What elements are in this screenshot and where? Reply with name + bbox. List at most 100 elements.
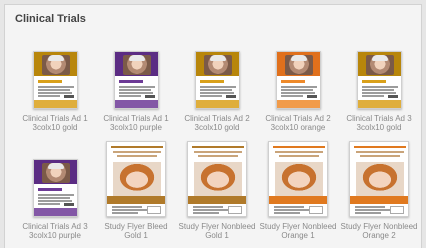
thumbnail-graphic [276,100,320,108]
thumbnail-graphic [114,100,158,108]
thumbnail-graphic [113,162,161,196]
template-caption[interactable]: Clinical Trials Ad 2 3colx10 orange [258,114,338,132]
template-caption[interactable]: Clinical Trials Ad 2 3colx10 gold [177,114,257,132]
thumbnail-graphic [198,155,238,157]
flyer-thumbnail[interactable] [187,141,247,217]
thumbnail-graphic [199,86,236,88]
thumbnail-graphic [355,212,381,214]
template-item[interactable]: Study Flyer Nonbleed Orange 1 [258,141,338,240]
thumbnail-graphic [118,89,151,91]
thumbnail-graphic [356,151,404,153]
thumbnail-graphic [355,209,391,211]
flyer-thumbnail[interactable] [268,141,328,217]
thumbnail-graphic [193,209,229,211]
thumbnail-graphic [390,206,404,214]
template-item[interactable]: Clinical Trials Ad 3 3colx10 purple [15,141,95,240]
ad-thumbnail[interactable] [32,159,78,217]
thumbnail-graphic [199,95,222,97]
thumbnail-graphic [228,206,242,214]
thumbnail-graphic [37,188,62,191]
caption-line-1: Study Flyer Nonbleed [259,222,337,231]
thumbnail-wrapper [177,141,257,217]
template-caption[interactable]: Study Flyer Bleed Gold 1 [96,222,176,240]
thumbnail-graphic [274,212,300,214]
thumbnail-graphic [47,55,64,61]
thumbnail-graphic [354,146,406,148]
caption-line-2: 3colx10 gold [194,123,240,132]
thumbnail-graphic [33,208,77,216]
thumbnail-graphic [194,151,242,153]
thumbnail-wrapper [15,33,95,109]
thumbnail-graphic [111,146,163,148]
thumbnail-graphic [280,80,305,83]
thumbnail-graphic [192,146,244,148]
thumbnail-graphic [118,95,141,97]
thumbnail-wrapper [258,141,338,217]
thumbnail-graphic [280,95,303,97]
template-item[interactable]: Clinical Trials Ad 2 3colx10 gold [177,33,257,132]
caption-line-2: 3colx10 gold [356,123,402,132]
caption-line-2: Orange 2 [362,231,396,240]
ad-thumbnail[interactable] [32,51,78,109]
thumbnail-graphic [188,196,246,204]
thumbnail-graphic [361,95,384,97]
thumbnail-graphic [37,86,74,88]
thumbnail-graphic [144,95,155,98]
template-grid: Clinical Trials Ad 1 3colx10 gold Clinical… [15,33,419,240]
ad-thumbnail[interactable] [356,51,402,109]
thumbnail-graphic [107,196,165,204]
thumbnail-graphic [195,100,239,108]
caption-line-2: Gold 1 [124,231,148,240]
template-item[interactable]: Clinical Trials Ad 2 3colx10 orange [258,33,338,132]
thumbnail-wrapper [339,141,419,217]
thumbnail-graphic [361,92,396,94]
thumbnail-graphic [37,203,60,205]
thumbnail-graphic [274,206,304,208]
thumbnail-graphic [37,197,70,199]
thumbnail-graphic [118,80,143,83]
thumbnail-graphic [193,212,219,214]
caption-line-1: Study Flyer Bleed [104,222,168,231]
ad-thumbnail[interactable] [113,51,159,109]
caption-line-1: Clinical Trials Ad 3 [346,114,412,123]
thumbnail-graphic [275,162,323,196]
thumbnail-graphic [357,100,401,108]
thumbnail-graphic [118,92,153,94]
thumbnail-graphic [290,55,307,61]
template-caption[interactable]: Clinical Trials Ad 1 3colx10 gold [15,114,95,132]
thumbnail-graphic [273,146,325,148]
thumbnail-graphic [37,92,72,94]
template-caption[interactable]: Clinical Trials Ad 3 3colx10 purple [15,222,95,240]
template-caption[interactable]: Study Flyer Nonbleed Gold 1 [177,222,257,240]
template-item[interactable]: Study Flyer Nonbleed Orange 2 [339,141,419,240]
ad-thumbnail[interactable] [275,51,321,109]
thumbnail-graphic [274,209,310,211]
template-item[interactable]: Study Flyer Bleed Gold 1 [96,141,176,240]
flyer-thumbnail[interactable] [349,141,409,217]
thumbnail-graphic [37,80,62,83]
template-caption[interactable]: Clinical Trials Ad 1 3colx10 purple [96,114,176,132]
template-item[interactable]: Study Flyer Nonbleed Gold 1 [177,141,257,240]
ad-thumbnail[interactable] [194,51,240,109]
template-caption[interactable]: Study Flyer Nonbleed Orange 2 [339,222,419,240]
thumbnail-graphic [306,95,317,98]
thumbnail-graphic [280,92,315,94]
caption-line-1: Study Flyer Nonbleed [340,222,418,231]
caption-line-2: 3colx10 gold [32,123,78,132]
template-item[interactable]: Clinical Trials Ad 3 3colx10 gold [339,33,419,132]
template-caption[interactable]: Clinical Trials Ad 3 3colx10 gold [339,114,419,132]
thumbnail-graphic [147,206,161,214]
thumbnail-graphic [209,55,226,61]
flyer-thumbnail[interactable] [106,141,166,217]
thumbnail-graphic [112,212,138,214]
template-item[interactable]: Clinical Trials Ad 1 3colx10 gold [15,33,95,132]
template-caption[interactable]: Study Flyer Nonbleed Orange 1 [258,222,338,240]
template-item[interactable]: Clinical Trials Ad 1 3colx10 purple [96,33,176,132]
caption-line-2: Gold 1 [205,231,229,240]
thumbnail-wrapper [15,141,95,217]
caption-line-2: 3colx10 purple [109,123,163,132]
thumbnail-wrapper [96,141,176,217]
thumbnail-graphic [37,200,72,202]
thumbnail-graphic [118,86,155,88]
thumbnail-graphic [269,196,327,204]
